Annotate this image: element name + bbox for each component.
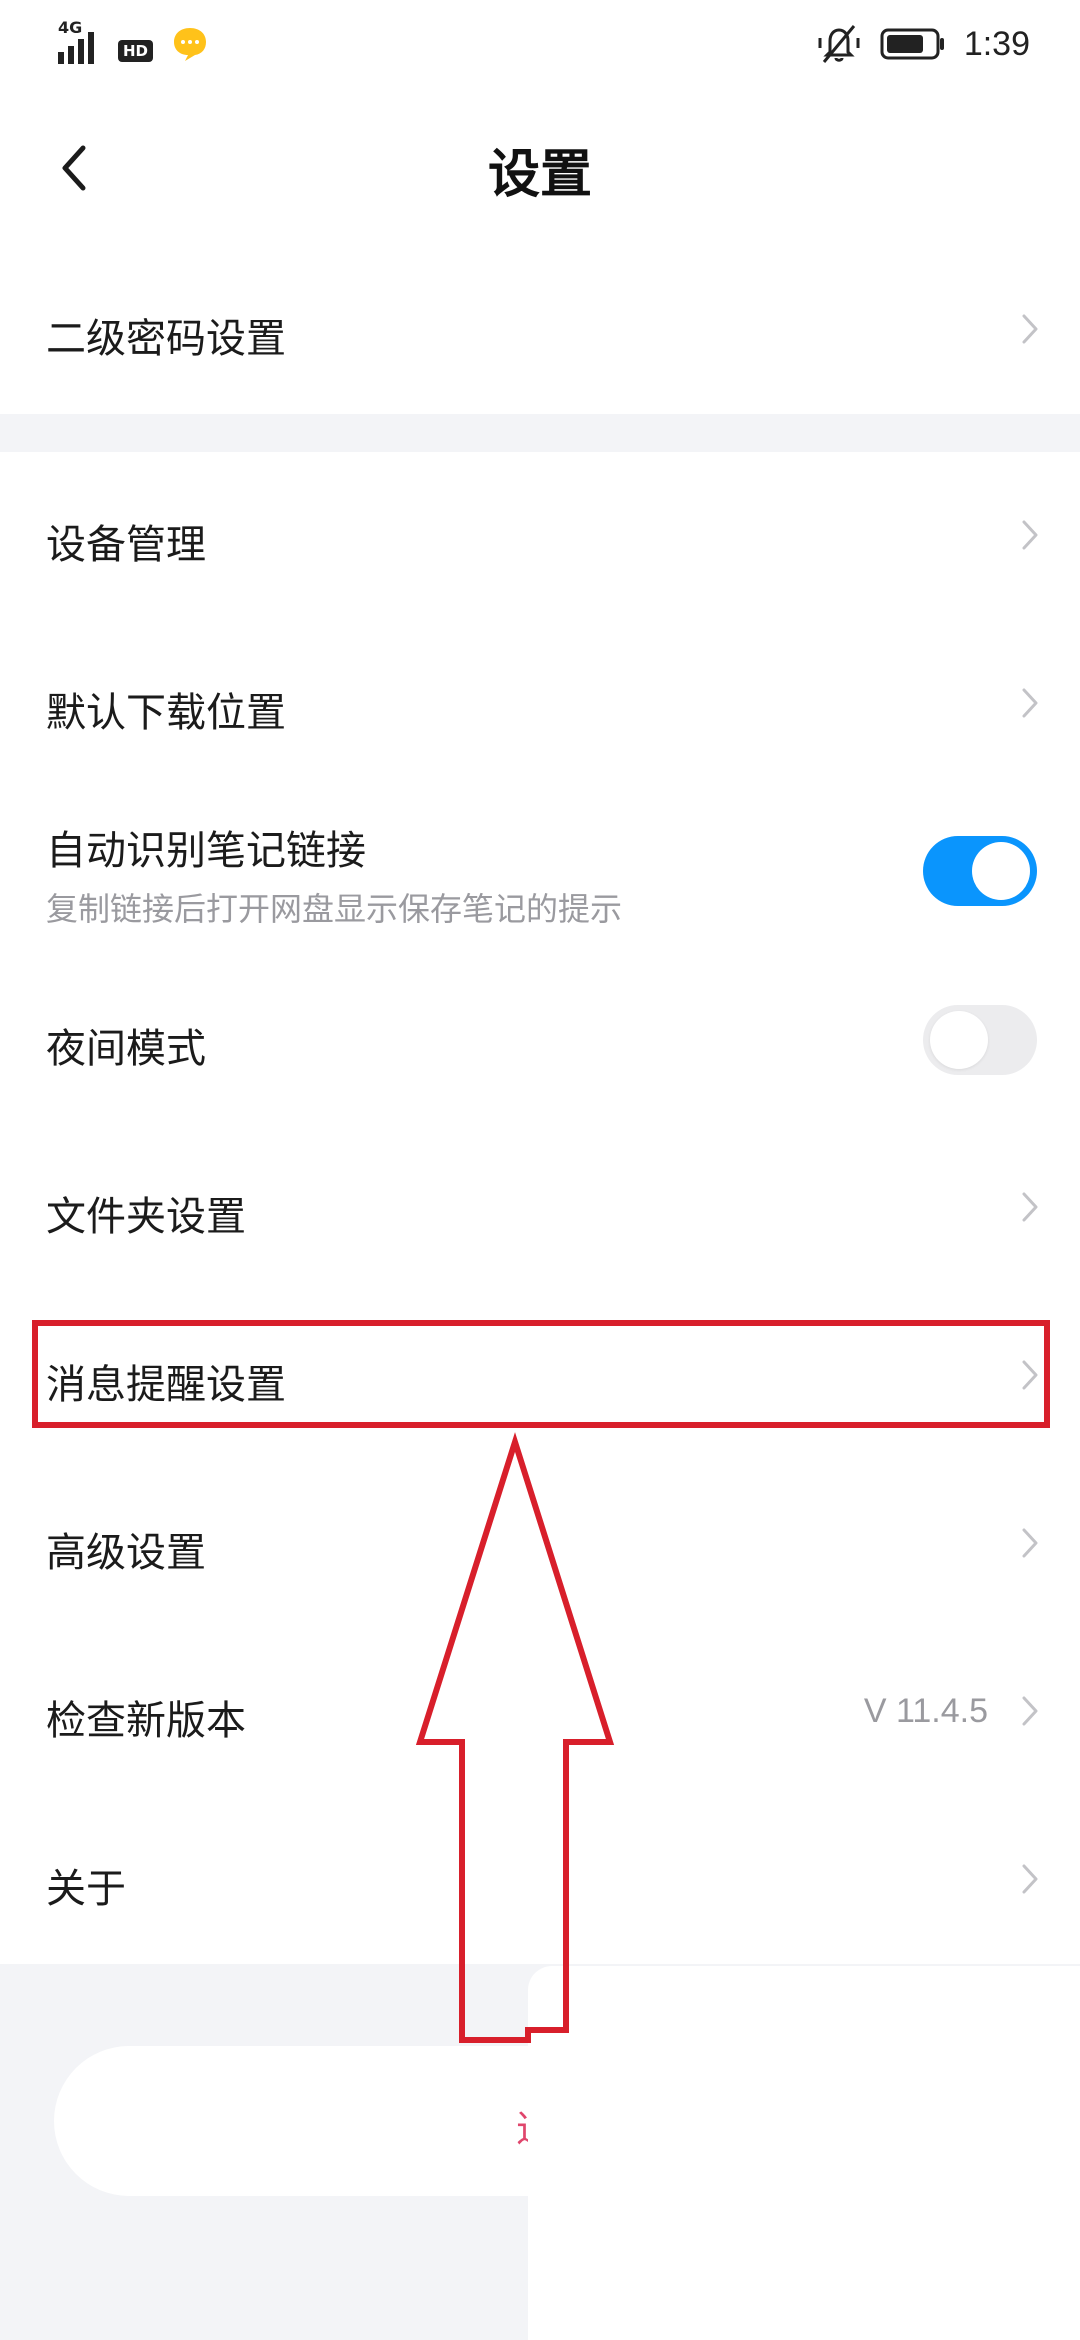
chevron-right-icon (1020, 1190, 1040, 1224)
auto-detect-note-links-label: 自动识别笔记链接 (46, 828, 366, 874)
chevron-right-icon (1020, 1526, 1040, 1560)
header: 设置 (0, 92, 1080, 244)
annotation-arrow-icon (415, 1432, 615, 2043)
page-title: 设置 (487, 145, 592, 205)
chat-bubble-icon (171, 25, 209, 63)
status-bar-right: 1:39 (816, 20, 1030, 68)
battery-icon (880, 27, 946, 61)
night-mode-label: 夜间模式 (46, 1026, 206, 1072)
status-bar-left: 4G HD (56, 18, 209, 68)
status-bar: 4G HD 1:39 (0, 0, 1080, 92)
mute-icon (816, 22, 862, 66)
annotation-highlight-box (32, 1320, 1050, 1428)
device-management-label: 设备管理 (46, 522, 206, 568)
toggle-knob (930, 1011, 988, 1069)
auto-detect-note-links-toggle[interactable] (923, 836, 1037, 906)
chevron-right-icon (1020, 686, 1040, 720)
check-new-version-label: 检查新版本 (46, 1698, 246, 1744)
auto-detect-note-links-row: 自动识别笔记链接 复制链接后打开网盘显示保存笔记的提示 (0, 788, 1080, 957)
chevron-right-icon (1020, 1694, 1040, 1728)
chevron-right-icon (1020, 312, 1040, 346)
folder-settings-row[interactable]: 文件夹设置 (0, 1124, 1080, 1293)
folder-settings-label: 文件夹设置 (46, 1194, 246, 1240)
signal-icon: 4G (56, 18, 108, 66)
hd-badge: HD (118, 40, 154, 62)
night-mode-toggle[interactable] (923, 1005, 1037, 1075)
chevron-right-icon (1020, 518, 1040, 552)
default-download-location-label: 默认下载位置 (46, 690, 286, 736)
auto-detect-note-links-description: 复制链接后打开网盘显示保存笔记的提示 (46, 890, 623, 928)
night-mode-row: 夜间模式 (0, 956, 1080, 1125)
advanced-settings-label: 高级设置 (46, 1530, 206, 1576)
about-label: 关于 (46, 1866, 126, 1912)
default-download-location-row[interactable]: 默认下载位置 (0, 620, 1080, 789)
toggle-knob (972, 842, 1030, 900)
version-value: V 11.4.5 (863, 1692, 988, 1730)
secondary-password-label: 二级密码设置 (46, 316, 286, 362)
device-management-row[interactable]: 设备管理 (0, 452, 1080, 621)
clock: 1:39 (963, 24, 1030, 63)
chevron-right-icon (1020, 1862, 1040, 1896)
secondary-password-row[interactable]: 二级密码设置 (0, 244, 1080, 414)
